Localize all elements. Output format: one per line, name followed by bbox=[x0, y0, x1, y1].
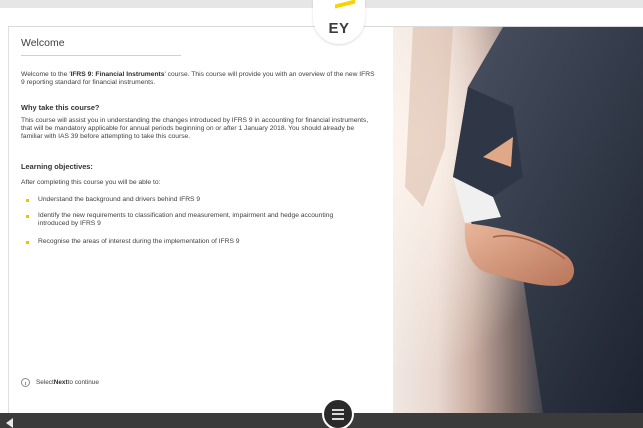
page-title: Welcome bbox=[21, 37, 65, 49]
handshake-image bbox=[393, 27, 643, 413]
logo-beam-icon bbox=[335, 0, 355, 9]
handshake-illustration bbox=[393, 27, 643, 413]
why-body: This course will assist you in understan… bbox=[21, 117, 369, 140]
next-hint: Select Next to continue bbox=[21, 378, 99, 387]
course-player: Welcome Welcome to the 'IFRS 9: Financia… bbox=[0, 0, 643, 428]
bullet-icon bbox=[26, 198, 29, 202]
menu-button[interactable] bbox=[322, 398, 354, 428]
intro-text: Welcome to the 'IFRS 9: Financial Instru… bbox=[21, 71, 375, 86]
objectives-intro: After completing this course you will be… bbox=[21, 179, 161, 186]
objectives-list: Understand the background and drivers be… bbox=[21, 196, 366, 254]
list-item: Understand the background and drivers be… bbox=[21, 196, 366, 204]
logo-text: EY bbox=[328, 20, 350, 37]
title-divider bbox=[21, 55, 181, 56]
menu-icon bbox=[332, 408, 344, 411]
why-heading: Why take this course? bbox=[21, 103, 100, 112]
course-name: IFRS 9: Financial Instruments bbox=[70, 71, 165, 78]
info-circle-icon bbox=[21, 378, 30, 387]
list-item: Identify the new requirements to classif… bbox=[21, 212, 366, 228]
list-item: Recognise the areas of interest during t… bbox=[21, 238, 366, 246]
bullet-icon bbox=[26, 240, 29, 244]
objectives-heading: Learning objectives: bbox=[21, 162, 93, 171]
back-arrow-icon[interactable] bbox=[6, 418, 13, 428]
bullet-icon bbox=[26, 214, 29, 218]
